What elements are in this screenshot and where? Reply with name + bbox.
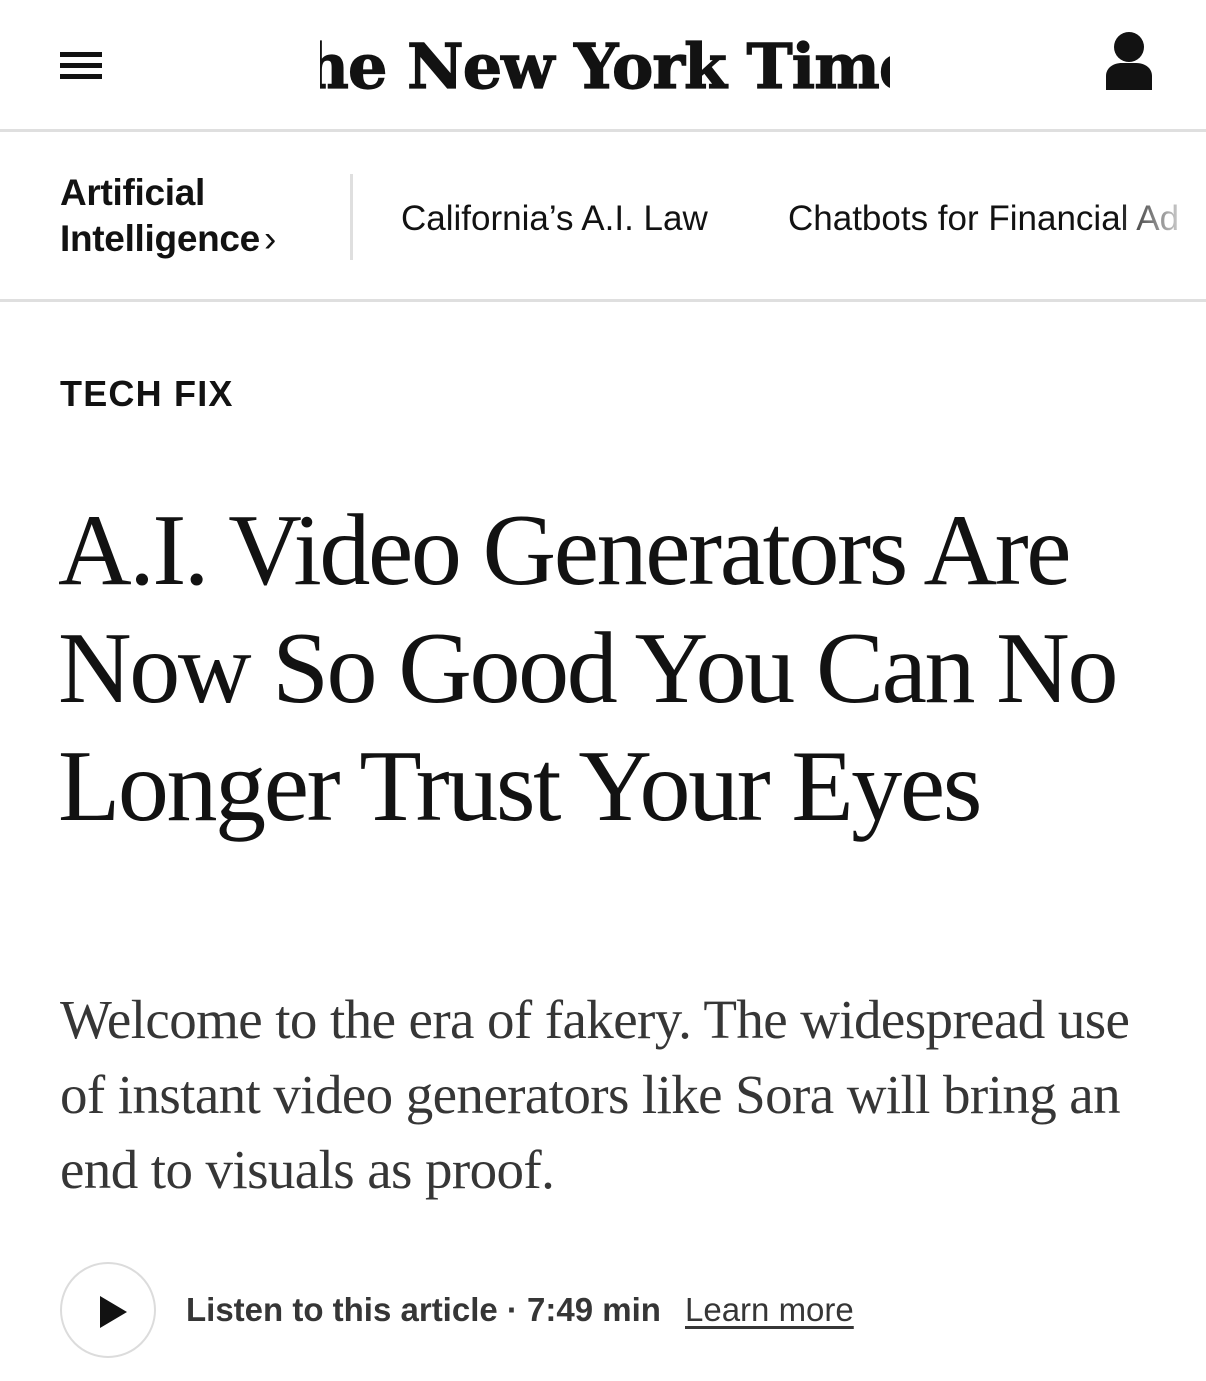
article-headline: A.I. Video Generators Are Now So Good Yo…	[58, 494, 1118, 843]
nyt-logo[interactable]: The New York Times	[320, 18, 890, 114]
play-audio-button[interactable]	[60, 1262, 156, 1358]
masthead: The New York Times	[0, 0, 1206, 132]
section-nav-bar: Artificial Intelligence › California’s A.…	[0, 132, 1206, 302]
learn-more-link[interactable]: Learn more	[685, 1289, 854, 1331]
listen-label: Listen to this article · 7:49 min	[186, 1291, 661, 1328]
user-account-icon[interactable]	[1100, 30, 1156, 94]
section-divider	[350, 174, 353, 260]
play-icon	[100, 1296, 127, 1328]
article-kicker[interactable]: TECH FIX	[60, 372, 234, 416]
section-link-artificial-intelligence[interactable]: Artificial Intelligence ›	[60, 170, 276, 262]
section-name-line1: Artificial	[60, 172, 206, 213]
section-name-line2: Intelligence	[60, 218, 260, 259]
related-link-chatbots-financial[interactable]: Chatbots for Financial Ad	[788, 198, 1179, 240]
related-link-california-ai-law[interactable]: California’s A.I. Law	[401, 198, 708, 240]
chevron-right-icon: ›	[263, 218, 276, 259]
hamburger-menu-icon[interactable]	[60, 47, 104, 81]
nyt-logo-text: The New York Times	[320, 30, 890, 103]
article-summary: Welcome to the era of fakery. The widesp…	[60, 989, 1130, 1200]
